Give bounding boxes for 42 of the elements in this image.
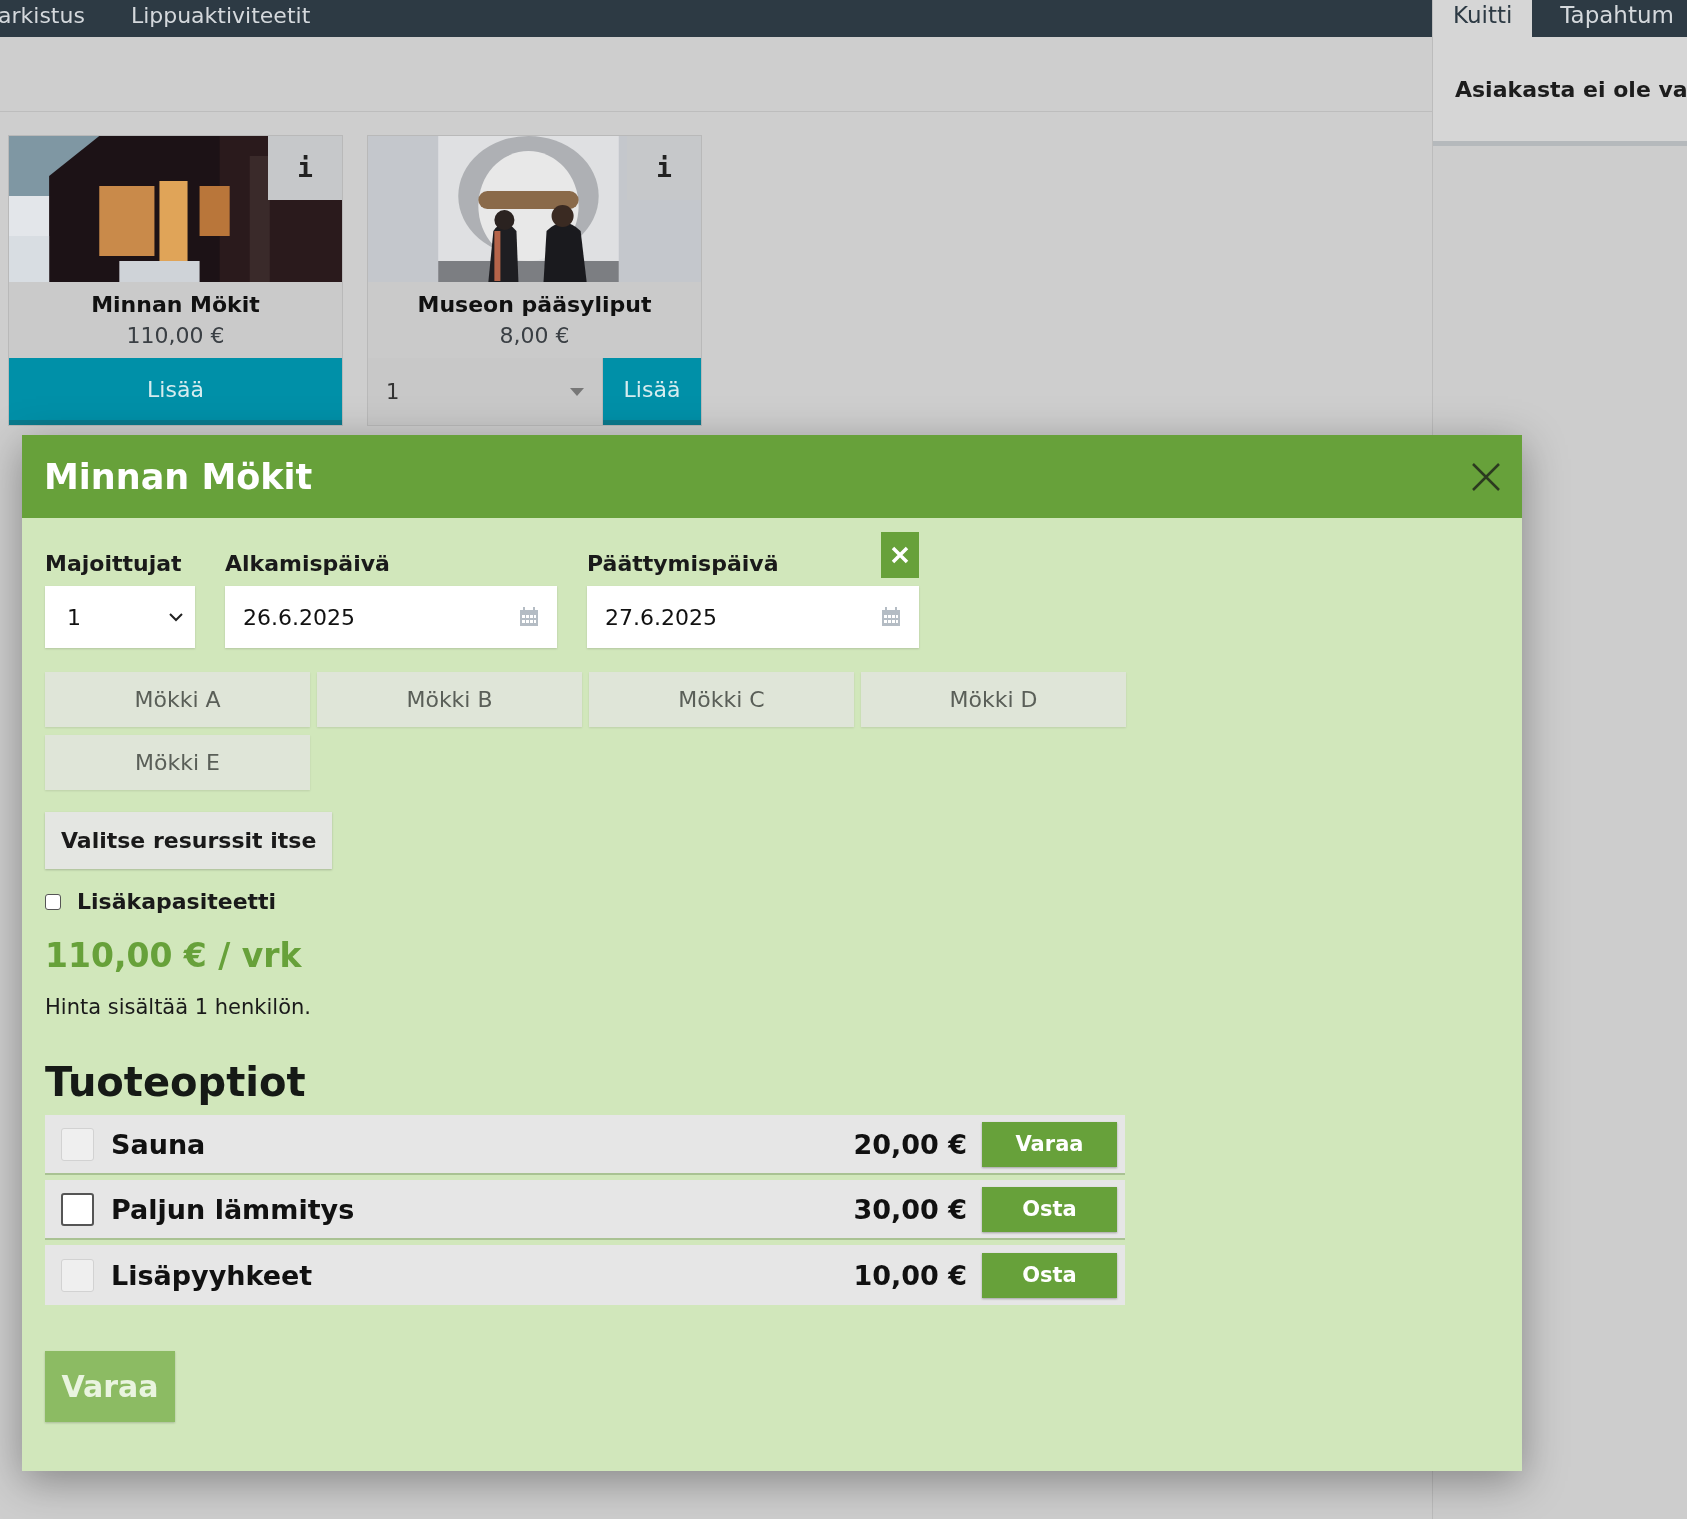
clear-button[interactable] <box>881 532 919 578</box>
section-heading: Tuoteoptiot <box>45 1059 307 1105</box>
checkbox[interactable] <box>61 1192 94 1226</box>
product-price: 110,00 € <box>125 323 226 348</box>
field-label: Alkamispäivä <box>225 551 390 576</box>
date-field[interactable]: 27.6.2025 <box>587 586 919 648</box>
checkbox-label: Lisäkapasiteetti <box>77 889 277 914</box>
product-name: Minnan Mökit <box>90 292 261 317</box>
resource-button[interactable]: Mökki C <box>589 672 854 727</box>
option-price: 10,00 € <box>853 1259 967 1291</box>
calendar-icon[interactable] <box>881 607 901 627</box>
info-button[interactable]: i <box>268 136 342 200</box>
close-icon <box>891 546 909 564</box>
resource-button[interactable]: Mökki D <box>861 672 1126 727</box>
option-name: Sauna <box>111 1128 207 1160</box>
caret-icon <box>570 387 584 396</box>
panel-tab[interactable]: Tapahtum <box>1540 0 1687 37</box>
date-field[interactable]: 26.6.2025 <box>225 586 557 648</box>
price-per-night: 110,00 € / vrk <box>45 936 303 975</box>
dialog-title: Minnan Mökit <box>44 456 313 497</box>
product-name: Museon pääsyliput <box>416 292 653 317</box>
nav-link[interactable]: arkistus <box>0 0 85 33</box>
resource-button[interactable]: Mökki A <box>45 672 310 727</box>
price-note: Hinta sisältää 1 henkilön. <box>45 995 313 1019</box>
calendar-icon[interactable] <box>519 607 539 627</box>
option-name: Lisäpyyhkeet <box>111 1259 314 1291</box>
panel-tab[interactable]: Kuitti <box>1433 0 1533 37</box>
option-price: 20,00 € <box>853 1128 967 1160</box>
guests-select[interactable]: 1 <box>45 586 195 648</box>
option-name: Paljun lämmitys <box>111 1193 356 1225</box>
product-price: 8,00 € <box>498 323 571 348</box>
choose-resources-button[interactable]: Valitse resurssit itse <box>45 812 333 869</box>
customer-notice: Asiakasta ei ole va <box>1455 76 1687 102</box>
resource-button[interactable]: Mökki B <box>317 672 582 727</box>
chevron-icon <box>169 612 183 622</box>
checkbox[interactable] <box>45 893 61 910</box>
field-label: Majoittujat <box>45 551 182 576</box>
option-price: 30,00 € <box>853 1193 967 1225</box>
resource-button[interactable]: Mökki E <box>45 735 310 790</box>
close-icon[interactable] <box>1472 462 1500 491</box>
nav-link[interactable]: Lippuaktiviteetit <box>130 0 311 33</box>
field-label: Päättymispäivä <box>587 551 779 576</box>
